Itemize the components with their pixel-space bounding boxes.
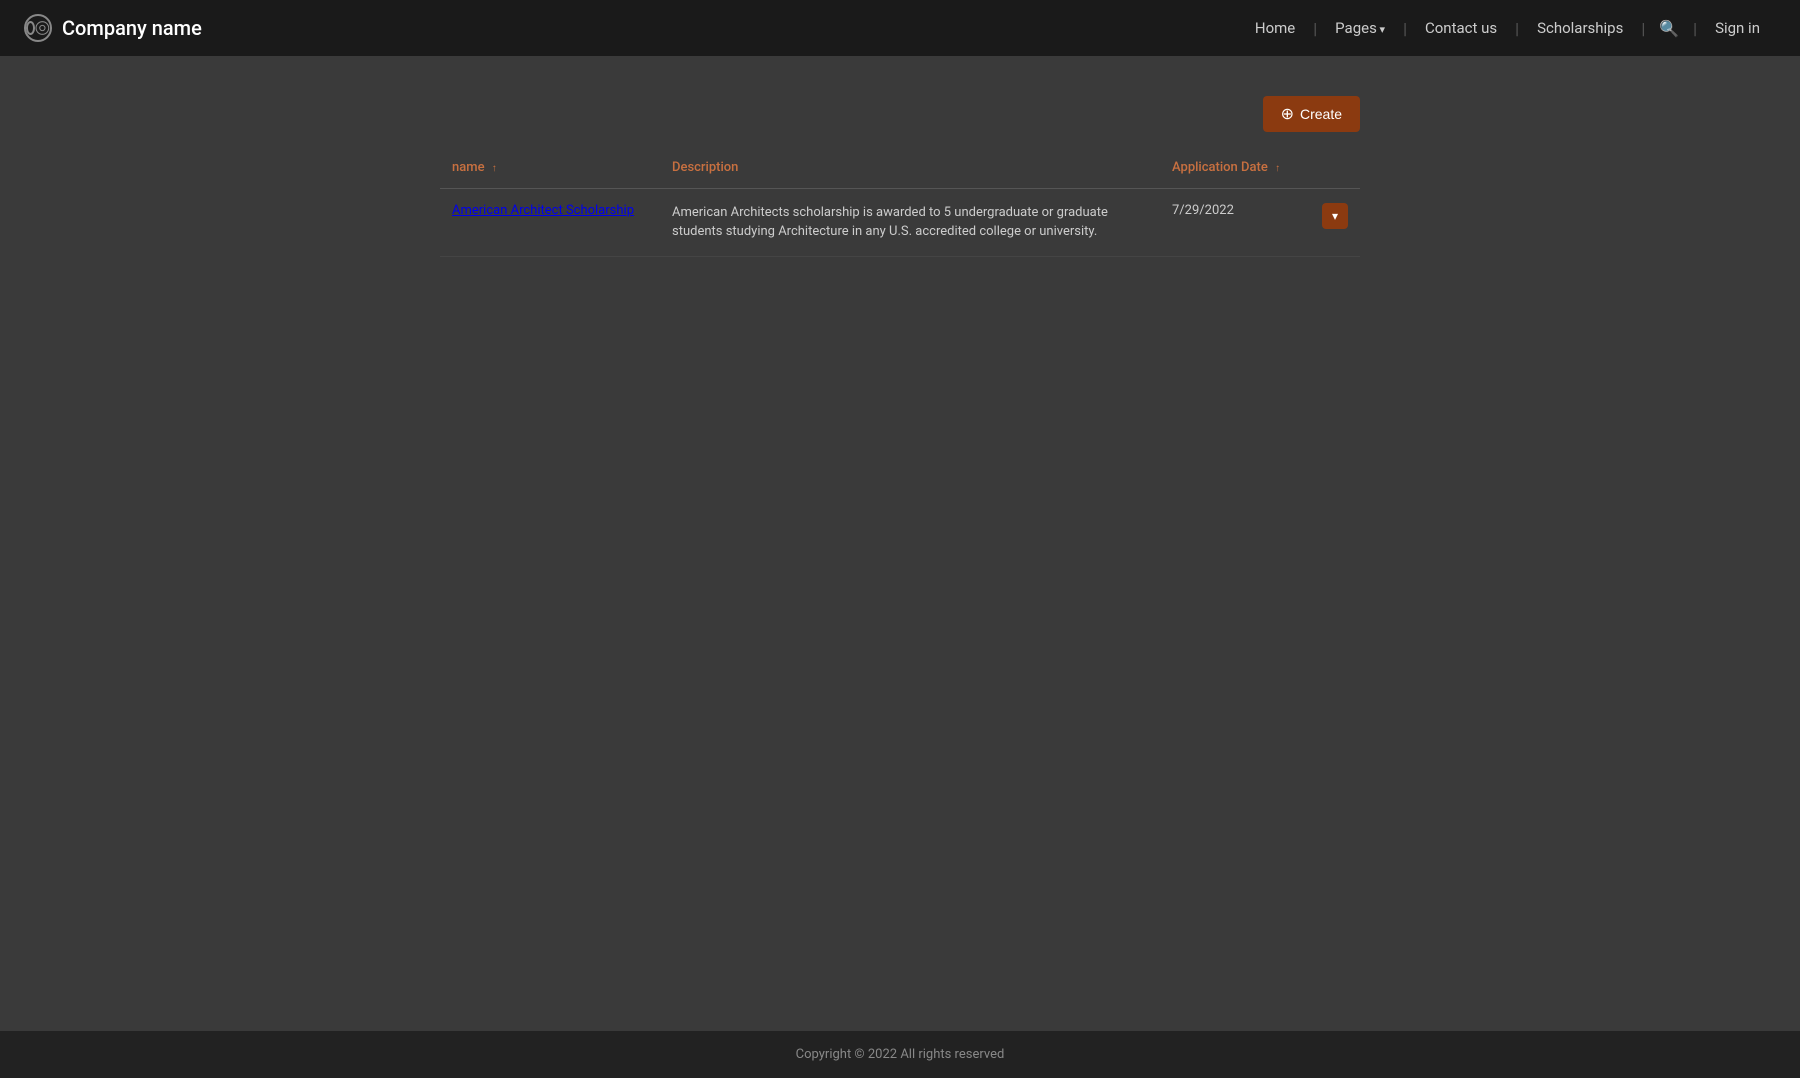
nav-item-contact[interactable]: Contact us bbox=[1409, 19, 1521, 38]
nav-signin-link[interactable]: Sign in bbox=[1699, 19, 1776, 37]
table-body: American Architect Scholarship American … bbox=[440, 188, 1360, 256]
scholarship-name-link[interactable]: American Architect Scholarship bbox=[452, 203, 634, 218]
plus-icon: ⊕ bbox=[1281, 104, 1294, 124]
brand-logo[interactable]: Company name bbox=[24, 14, 202, 42]
nav-menu: Home Pages Contact us Scholarships 🔍 Sig… bbox=[1239, 19, 1776, 38]
row-action-dropdown-button[interactable]: ▾ bbox=[1322, 203, 1348, 229]
footer: Copyright © 2022 All rights reserved bbox=[0, 1031, 1800, 1078]
cell-actions: ▾ bbox=[1300, 188, 1360, 256]
nav-pages-link[interactable]: Pages bbox=[1319, 19, 1401, 37]
create-button-label: Create bbox=[1300, 106, 1342, 122]
copyright-text: Copyright © 2022 All rights reserved bbox=[796, 1047, 1005, 1062]
navbar: Company name Home Pages Contact us Schol… bbox=[0, 0, 1800, 56]
nav-item-home[interactable]: Home bbox=[1239, 19, 1319, 38]
toolbar: ⊕ Create bbox=[440, 96, 1360, 132]
content-area: ⊕ Create name ↑ Description Application … bbox=[420, 96, 1380, 257]
nav-item-search[interactable]: 🔍 bbox=[1647, 19, 1699, 38]
brand-name: Company name bbox=[62, 16, 202, 40]
search-icon[interactable]: 🔍 bbox=[1647, 19, 1691, 38]
sort-name-icon: ↑ bbox=[492, 163, 497, 174]
nav-item-pages[interactable]: Pages bbox=[1319, 19, 1409, 38]
table-header: name ↑ Description Application Date ↑ bbox=[440, 148, 1360, 188]
nav-item-signin[interactable]: Sign in bbox=[1699, 19, 1776, 37]
col-name-label: name bbox=[452, 160, 485, 175]
main-content: ⊕ Create name ↑ Description Application … bbox=[0, 56, 1800, 1031]
cell-date: 7/29/2022 bbox=[1160, 188, 1300, 256]
brand-icon bbox=[24, 14, 52, 42]
cell-description: American Architects scholarship is award… bbox=[660, 188, 1160, 256]
col-description-label: Description bbox=[672, 160, 738, 175]
dropdown-chevron-icon: ▾ bbox=[1332, 209, 1338, 223]
col-header-name[interactable]: name ↑ bbox=[440, 148, 660, 188]
col-header-date[interactable]: Application Date ↑ bbox=[1160, 148, 1300, 188]
scholarship-table: name ↑ Description Application Date ↑ bbox=[440, 148, 1360, 257]
col-header-description[interactable]: Description bbox=[660, 148, 1160, 188]
nav-contact-link[interactable]: Contact us bbox=[1409, 19, 1513, 37]
nav-home-link[interactable]: Home bbox=[1239, 19, 1311, 37]
nav-scholarships-link[interactable]: Scholarships bbox=[1521, 19, 1639, 37]
sort-date-icon: ↑ bbox=[1275, 163, 1280, 174]
cell-name: American Architect Scholarship bbox=[440, 188, 660, 256]
col-date-label: Application Date bbox=[1172, 160, 1268, 175]
table-header-row: name ↑ Description Application Date ↑ bbox=[440, 148, 1360, 188]
col-header-actions bbox=[1300, 148, 1360, 188]
nav-item-scholarships[interactable]: Scholarships bbox=[1521, 19, 1647, 38]
table-row: American Architect Scholarship American … bbox=[440, 188, 1360, 256]
create-button[interactable]: ⊕ Create bbox=[1263, 96, 1360, 132]
